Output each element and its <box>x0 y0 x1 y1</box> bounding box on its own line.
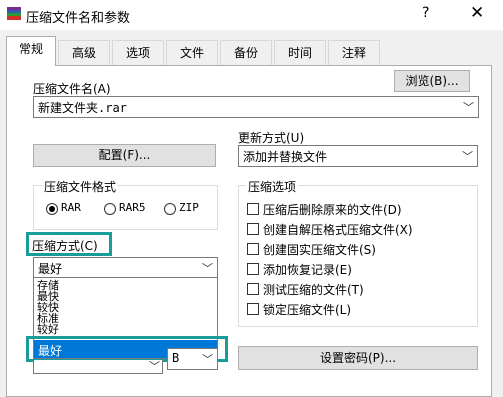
radio-rar5-label: RAR5 <box>119 201 146 214</box>
radio-zip-label: ZIP <box>179 201 199 214</box>
radio-rar5[interactable] <box>104 203 116 215</box>
archive-name-label: 压缩文件名(A) <box>33 82 111 96</box>
tab-comment[interactable]: 注释 <box>328 40 380 65</box>
compression-options-title: 压缩选项 <box>246 178 299 195</box>
close-button[interactable]: ✕ <box>470 3 484 23</box>
archive-format-title: 压缩文件格式 <box>42 178 119 195</box>
checkbox-recovery-label: 添加恢复记录(E) <box>263 263 352 277</box>
checkbox-lock[interactable] <box>247 303 259 315</box>
chevron-down-icon[interactable]: ﹀ <box>202 260 213 276</box>
tab-general[interactable]: 常规 <box>6 36 56 66</box>
radio-zip[interactable] <box>164 203 176 215</box>
set-password-button[interactable]: 设置密码(P)... <box>238 346 478 370</box>
radio-rar-label: RAR <box>61 201 81 214</box>
update-method-combo[interactable]: 添加并替换文件 ﹀ <box>238 145 478 167</box>
winrar-app-icon <box>6 7 22 21</box>
help-button[interactable]: ? <box>422 5 429 21</box>
compression-method-label: 压缩方式(C) <box>32 239 98 253</box>
split-volume-combo[interactable]: ﹀ <box>33 360 163 374</box>
checkbox-recovery[interactable] <box>247 263 259 275</box>
checkbox-delete-after-label: 压缩后删除原来的文件(D) <box>263 203 402 217</box>
profiles-button[interactable]: 配置(F)... <box>33 144 216 167</box>
archive-name-value: 新建文件夹.rar <box>38 101 127 115</box>
chevron-down-icon[interactable]: ﹀ <box>463 99 474 115</box>
split-unit-value: B <box>172 351 180 365</box>
tab-files[interactable]: 文件 <box>166 40 218 65</box>
radio-rar[interactable] <box>46 203 58 215</box>
tab-backup[interactable]: 备份 <box>220 40 272 65</box>
browse-button[interactable]: 浏览(B)... <box>394 70 470 92</box>
chevron-down-icon[interactable]: ﹀ <box>149 358 160 374</box>
archive-name-combo[interactable]: 新建文件夹.rar ﹀ <box>33 96 479 118</box>
tab-options[interactable]: 选项 <box>112 40 164 65</box>
compression-method-value: 最好 <box>38 262 63 276</box>
tab-time[interactable]: 时间 <box>274 40 326 65</box>
compression-method-combo[interactable]: 最好 ﹀ <box>33 257 218 278</box>
checkbox-sfx-label: 创建自解压格式压缩文件(X) <box>263 223 413 237</box>
split-unit-combo[interactable]: B ﹀ <box>167 348 218 370</box>
window-title: 压缩文件名和参数 <box>26 11 131 26</box>
checkbox-test[interactable] <box>247 283 259 295</box>
chevron-down-icon[interactable]: ﹀ <box>462 148 473 164</box>
update-method-value: 添加并替换文件 <box>243 150 328 164</box>
tab-advanced[interactable]: 高级 <box>58 40 110 65</box>
checkbox-solid[interactable] <box>247 243 259 255</box>
dropdown-option-good[interactable]: 较好 <box>37 324 59 335</box>
checkbox-delete-after[interactable] <box>247 203 259 215</box>
checkbox-lock-label: 锁定压缩文件(L) <box>263 303 352 317</box>
checkbox-test-label: 测试压缩的文件(T) <box>263 283 364 297</box>
update-method-label: 更新方式(U) <box>238 131 305 145</box>
chevron-down-icon[interactable]: ﹀ <box>202 351 213 367</box>
checkbox-solid-label: 创建固实压缩文件(S) <box>263 243 376 257</box>
checkbox-sfx[interactable] <box>247 223 259 235</box>
